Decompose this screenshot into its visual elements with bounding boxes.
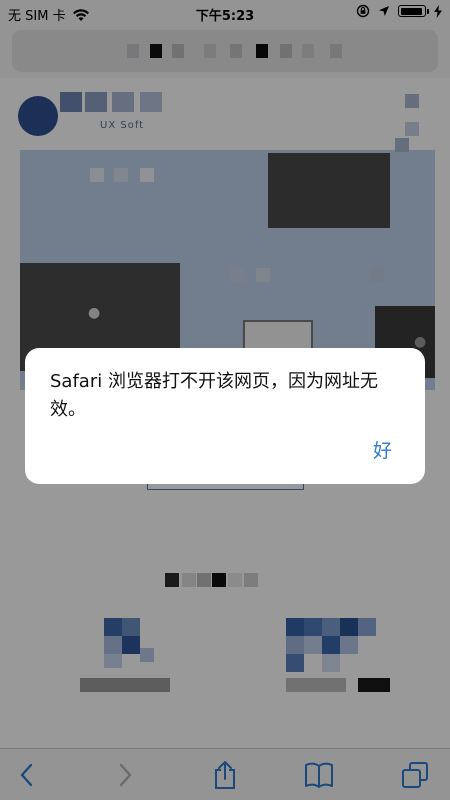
alert-dialog: Safari 浏览器打不开该网页，因为网址无效。 好 — [25, 348, 425, 484]
ok-button[interactable]: 好 — [373, 436, 392, 463]
screen: 无 SIM 卡 下午5:23 UX Soft ● ● Safari 浏览器打不开… — [0, 0, 450, 800]
alert-message: Safari 浏览器打不开该网页，因为网址无效。 — [50, 371, 378, 420]
